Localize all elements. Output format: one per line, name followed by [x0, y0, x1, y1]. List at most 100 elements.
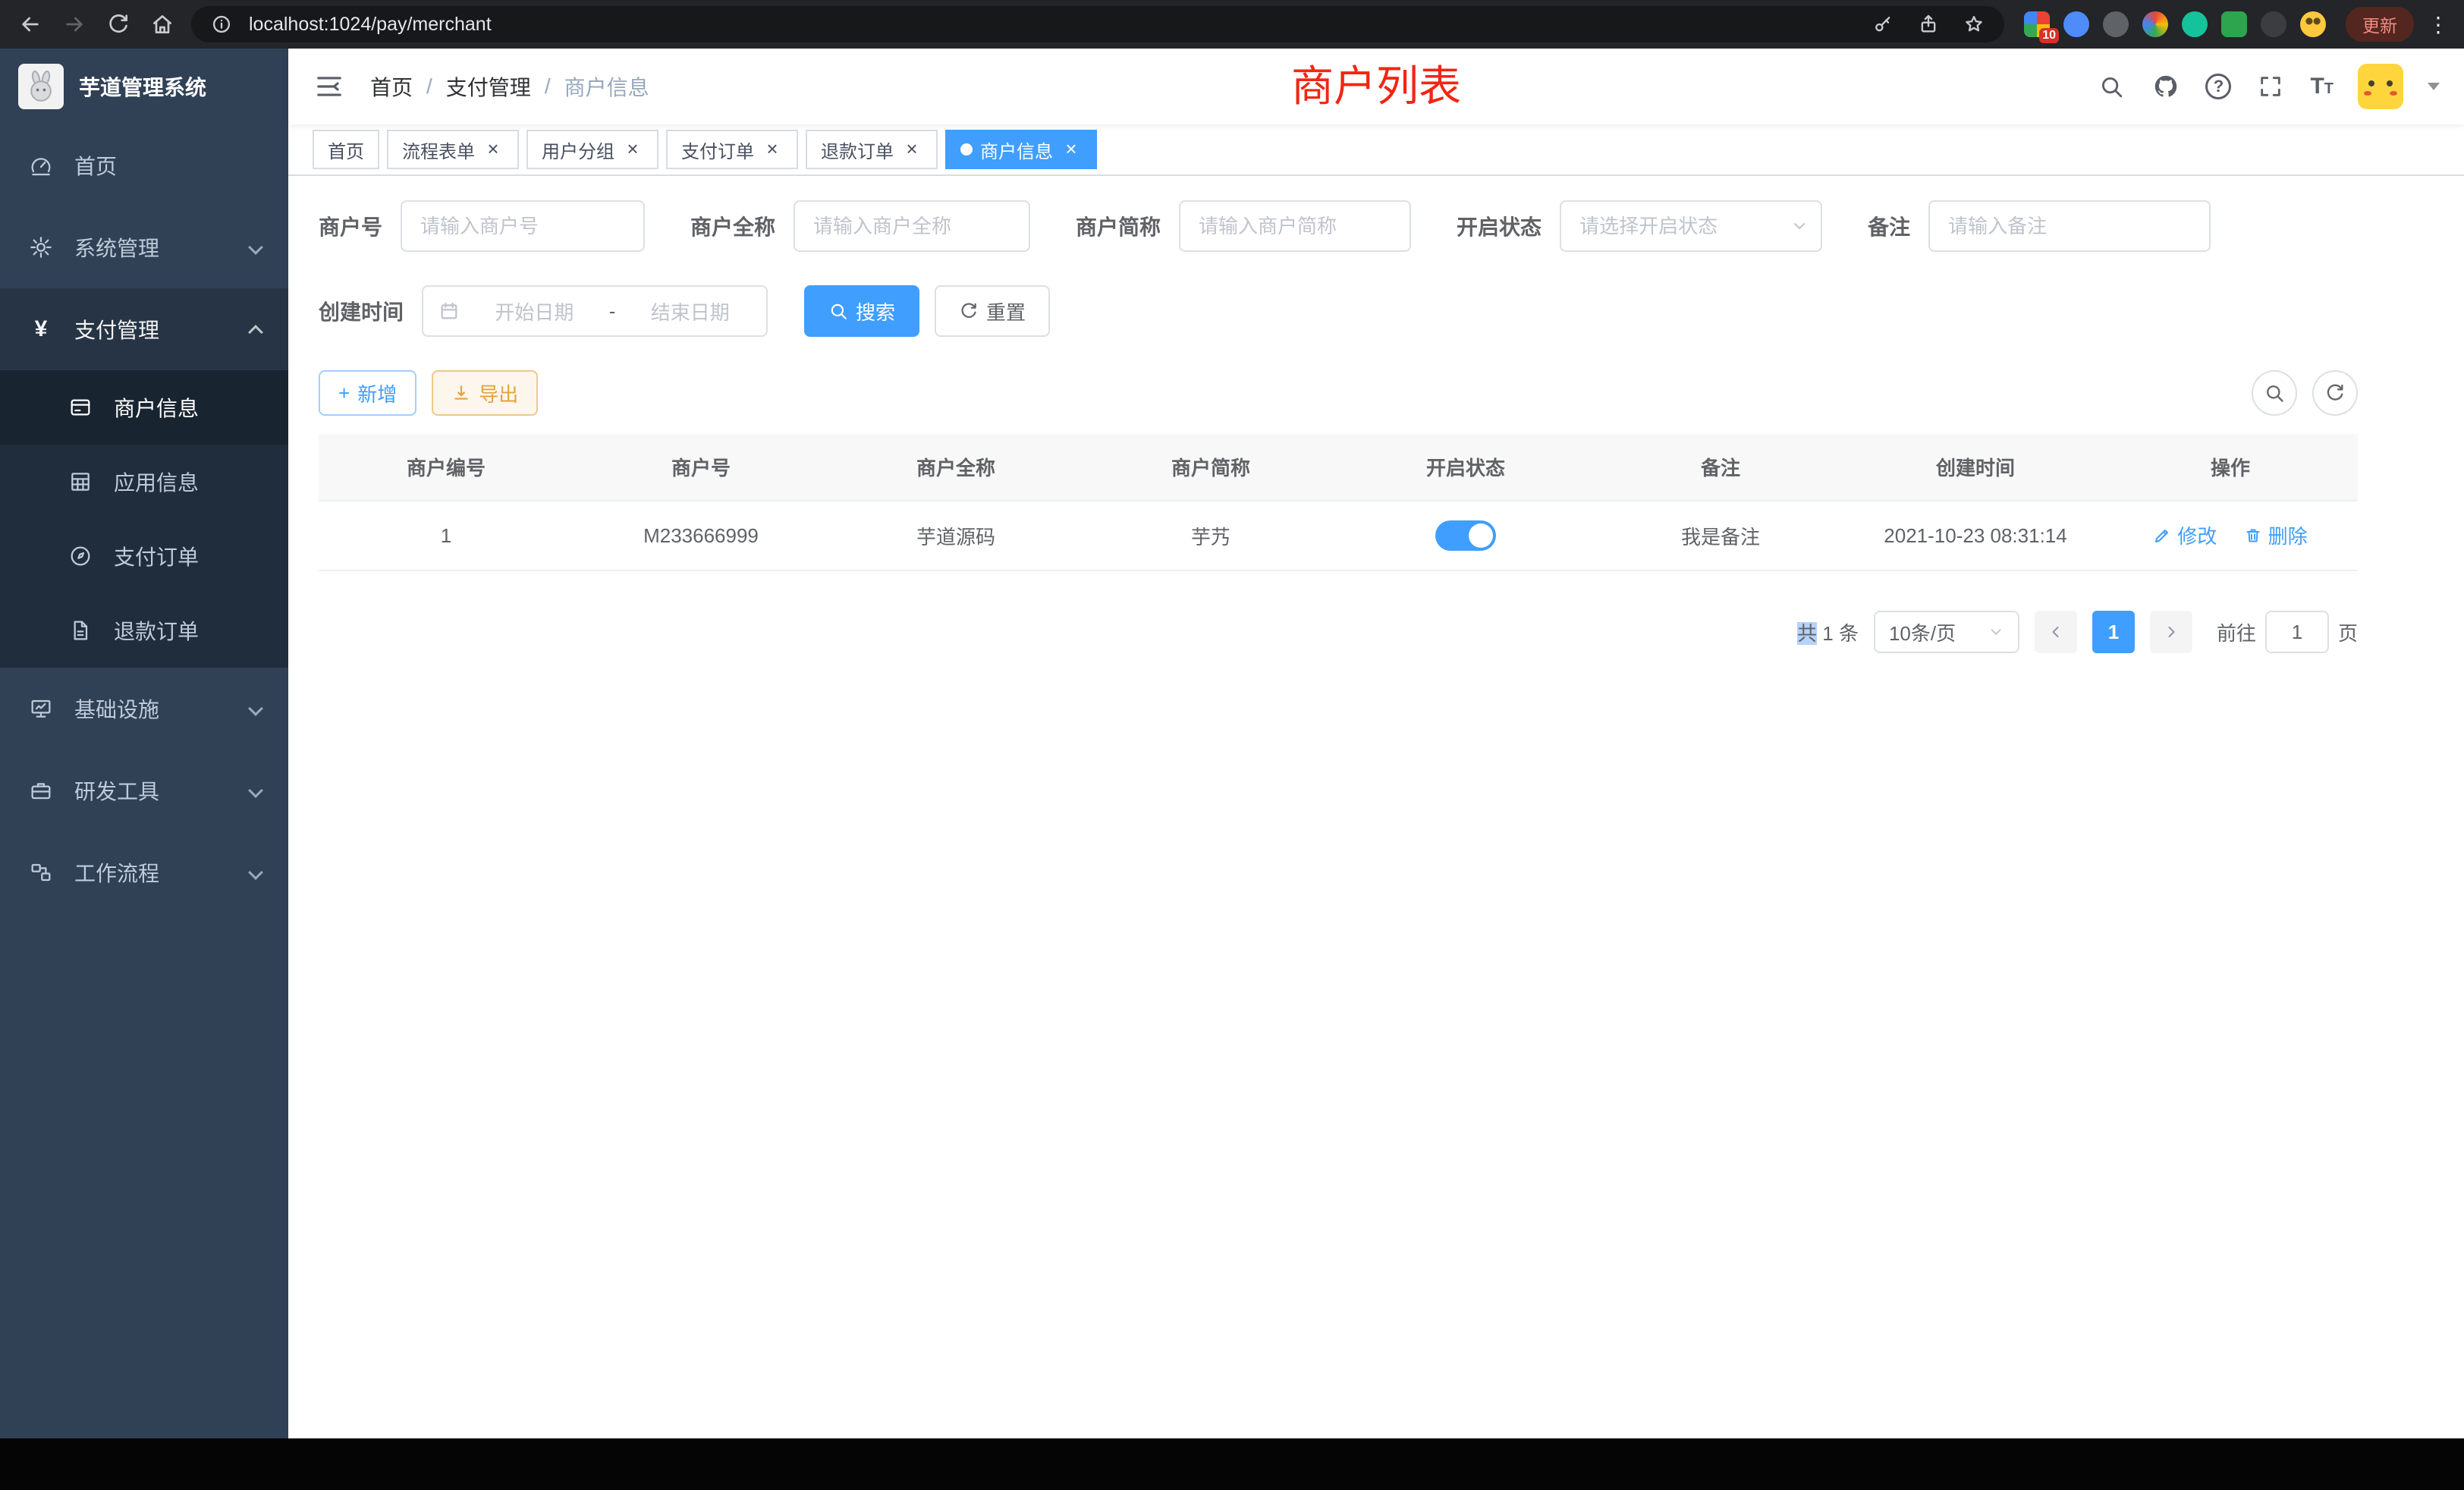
- end-date-placeholder[interactable]: 结束日期: [629, 297, 751, 325]
- merchant-table: 商户编号 商户号 商户全称 商户简称 开启状态 备注 创建时间 操作 1: [319, 434, 2358, 571]
- extension-icon[interactable]: [2261, 11, 2286, 37]
- fullscreen-icon[interactable]: [2255, 71, 2286, 102]
- sidebar-item-infrastructure[interactable]: 基础设施: [0, 668, 288, 750]
- app-header: 首页 / 支付管理 / 商户信息 商户列表 ? TT: [288, 49, 2464, 124]
- screen: localhost:1024/pay/merchant 10 更新 ⋮: [0, 0, 2464, 1490]
- short-name-input[interactable]: [1179, 200, 1411, 252]
- extension-smiley-icon[interactable]: [2300, 11, 2326, 37]
- close-icon[interactable]: ×: [622, 139, 643, 160]
- column-header: 商户简称: [1083, 434, 1338, 501]
- sidebar-item-refund-order[interactable]: 退款订单: [0, 593, 288, 668]
- page-1-button[interactable]: 1: [2092, 611, 2135, 653]
- sidebar-collapse-icon[interactable]: [313, 70, 346, 103]
- chevron-down-icon: [248, 701, 263, 716]
- reload-icon[interactable]: [103, 9, 134, 39]
- back-icon[interactable]: [15, 9, 46, 39]
- tab-refund-order[interactable]: 退款订单 ×: [806, 130, 938, 169]
- search-button[interactable]: 搜索: [804, 285, 919, 337]
- sidebar-item-merchant-info[interactable]: 商户信息: [0, 370, 288, 445]
- yen-icon: ¥: [27, 316, 55, 342]
- pagination-goto: 前往 页: [2217, 611, 2358, 653]
- tab-user-group[interactable]: 用户分组 ×: [526, 130, 658, 169]
- avatar[interactable]: [2358, 64, 2403, 109]
- app-logo[interactable]: 芋道管理系统: [0, 49, 288, 124]
- avatar-caret-icon[interactable]: [2428, 83, 2440, 90]
- forward-icon[interactable]: [59, 9, 90, 39]
- prev-page-button[interactable]: [2035, 611, 2077, 653]
- sidebar-item-label: 商户信息: [114, 392, 199, 423]
- sidebar-item-label: 应用信息: [114, 467, 199, 497]
- extension-icon[interactable]: [2221, 11, 2247, 37]
- reset-button[interactable]: 重置: [935, 285, 1050, 337]
- browser-update-button[interactable]: 更新: [2346, 7, 2414, 42]
- page-size-select[interactable]: 10条/页: [1874, 611, 2019, 653]
- page-info-icon[interactable]: [206, 9, 237, 39]
- url-text[interactable]: localhost:1024/pay/merchant: [249, 14, 1856, 36]
- remark-input[interactable]: [1928, 200, 2211, 252]
- merchant-no-input[interactable]: [401, 200, 645, 252]
- extension-icon[interactable]: [2142, 11, 2168, 37]
- sidebar-group-payment: ¥ 支付管理 商户信息 应用信息: [0, 288, 288, 668]
- share-icon[interactable]: [1913, 9, 1944, 39]
- table-header-row: 商户编号 商户号 商户全称 商户简称 开启状态 备注 创建时间 操作: [319, 434, 2358, 501]
- extension-icon[interactable]: [2063, 11, 2089, 37]
- password-key-icon[interactable]: [1868, 9, 1898, 39]
- delete-link[interactable]: 删除: [2244, 521, 2308, 549]
- page-annotation: 商户列表: [1291, 58, 1461, 115]
- card-icon: [67, 395, 94, 420]
- extension-icon[interactable]: [2182, 11, 2208, 37]
- export-button[interactable]: 导出: [432, 370, 538, 416]
- tab-label: 首页: [328, 137, 364, 163]
- status-select-input[interactable]: [1560, 200, 1822, 252]
- edit-link[interactable]: 修改: [2153, 521, 2217, 549]
- close-icon[interactable]: ×: [482, 139, 504, 160]
- bookmark-star-icon[interactable]: [1959, 9, 1989, 39]
- home-icon[interactable]: [147, 9, 178, 39]
- sidebar-item-workflow[interactable]: 工作流程: [0, 831, 288, 913]
- browser-chrome: localhost:1024/pay/merchant 10 更新 ⋮: [0, 0, 2464, 49]
- sidebar-item-label: 系统管理: [74, 232, 159, 262]
- tab-process-form[interactable]: 流程表单 ×: [387, 130, 519, 169]
- next-page-button[interactable]: [2150, 611, 2192, 653]
- tab-pay-order[interactable]: 支付订单 ×: [666, 130, 798, 169]
- close-icon[interactable]: ×: [901, 139, 922, 160]
- sidebar-item-pay-order[interactable]: 支付订单: [0, 519, 288, 593]
- refresh-icon[interactable]: [2312, 370, 2358, 416]
- tab-home[interactable]: 首页: [313, 130, 379, 169]
- status-toggle[interactable]: [1435, 520, 1496, 551]
- sidebar-item-home[interactable]: 首页: [0, 124, 288, 206]
- url-bar[interactable]: localhost:1024/pay/merchant: [191, 6, 2004, 42]
- toggle-search-icon[interactable]: [2252, 370, 2297, 416]
- search-icon[interactable]: [2096, 71, 2126, 102]
- browser-menu-icon[interactable]: ⋮: [2428, 12, 2449, 37]
- help-icon[interactable]: ?: [2205, 74, 2231, 99]
- column-header: 开启状态: [1338, 434, 1593, 501]
- tab-label: 支付订单: [681, 137, 754, 163]
- chevron-down-icon: [248, 240, 263, 255]
- column-header: 商户号: [574, 434, 828, 501]
- date-range-picker[interactable]: 开始日期 - 结束日期: [422, 285, 768, 337]
- font-size-icon[interactable]: TT: [2310, 75, 2334, 98]
- extension-icon[interactable]: [2103, 11, 2129, 37]
- sidebar-item-dev-tools[interactable]: 研发工具: [0, 750, 288, 831]
- breadcrumb-payment[interactable]: 支付管理: [446, 71, 531, 102]
- github-icon[interactable]: [2151, 71, 2181, 102]
- chevron-down-icon: [1988, 624, 2004, 640]
- full-name-input[interactable]: [794, 200, 1030, 252]
- add-button[interactable]: + 新增: [319, 370, 416, 416]
- extension-icon[interactable]: 10: [2024, 11, 2050, 37]
- tab-merchant-info[interactable]: 商户信息 ×: [945, 130, 1097, 169]
- sidebar-item-system[interactable]: 系统管理: [0, 206, 288, 288]
- goto-page-input[interactable]: [2265, 611, 2329, 653]
- close-icon[interactable]: ×: [1061, 139, 1082, 160]
- sidebar-item-label: 工作流程: [74, 857, 159, 888]
- sidebar-item-payment[interactable]: ¥ 支付管理: [0, 288, 288, 370]
- breadcrumb-home[interactable]: 首页: [370, 71, 413, 102]
- tab-label: 退款订单: [821, 137, 894, 163]
- start-date-placeholder[interactable]: 开始日期: [473, 297, 596, 325]
- status-select[interactable]: [1560, 200, 1822, 252]
- close-icon[interactable]: ×: [762, 139, 783, 160]
- toolbox-icon: [27, 778, 55, 803]
- filter-label: 创建时间: [319, 296, 404, 326]
- sidebar-item-app-info[interactable]: 应用信息: [0, 445, 288, 519]
